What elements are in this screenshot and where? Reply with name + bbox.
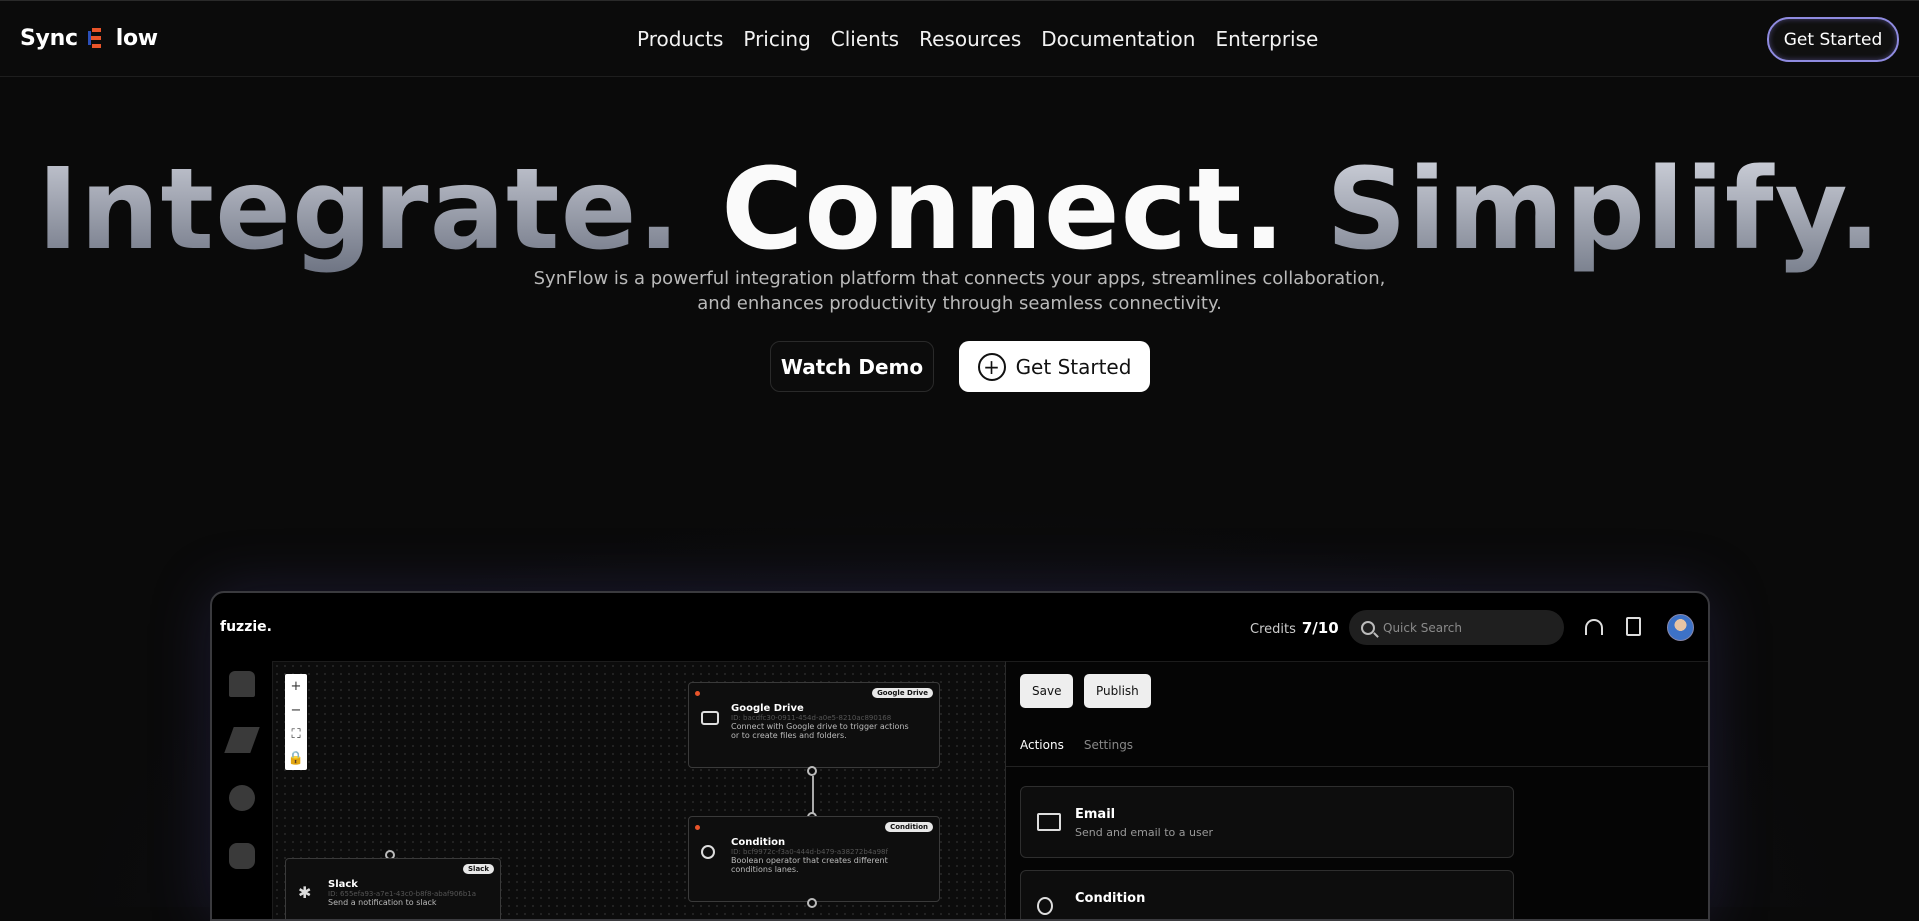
workflows-icon[interactable] (224, 727, 260, 753)
node-id: ID: bcf9972c-f3a0-444d-b479-a38272b4a98f (731, 848, 888, 856)
edge-connector (812, 776, 814, 814)
brand-logo[interactable]: Sync low (20, 25, 158, 51)
zoom-controls: + − ⛶ 🔒 (285, 674, 307, 770)
panel-tabs: Actions Settings (1020, 738, 1133, 752)
hero-subtitle-line1: SynFlow is a powerful integration platfo… (533, 268, 1386, 289)
workflow-canvas[interactable]: + − ⛶ 🔒 Google Drive Google Drive ID: ba… (272, 661, 1005, 919)
hero-subtitle-line2: and enhances productivity through seamle… (697, 293, 1222, 314)
credits-value: 7/10 (1301, 619, 1339, 637)
headline-simplify: Simplify. (1326, 145, 1882, 275)
node-tag: Google Drive (872, 688, 933, 698)
tabs-divider (1006, 766, 1708, 767)
node-desc-line1: Send a notification to slack (328, 898, 437, 907)
status-dot (695, 691, 700, 696)
credits-display: Credits 7/10 (1250, 619, 1339, 637)
nav-documentation[interactable]: Documentation (1041, 27, 1195, 51)
slack-icon: ✱ (298, 883, 312, 902)
zoom-out-button[interactable]: − (291, 703, 302, 718)
card-desc: Send and email to a user (1075, 826, 1213, 839)
node-desc-line2: conditions lanes. (731, 865, 799, 874)
fit-view-button[interactable]: ⛶ (291, 727, 300, 742)
node-tag: Condition (885, 822, 933, 832)
action-card-email[interactable]: Email Send and email to a user (1020, 786, 1514, 858)
publish-button[interactable]: Publish (1084, 674, 1151, 708)
status-dot (695, 825, 700, 830)
get-started-nav-button[interactable]: Get Started (1767, 17, 1899, 62)
mail-icon (1037, 813, 1061, 831)
search-icon (1361, 620, 1375, 635)
branch-icon (701, 845, 715, 859)
node-condition[interactable]: Condition Condition ID: bcf9972c-f3a0-44… (688, 816, 940, 902)
hero-subtitle: SynFlow is a powerful integration platfo… (0, 266, 1919, 316)
brand-name-right: low (115, 25, 158, 51)
user-avatar[interactable] (1667, 614, 1694, 641)
credits-label: Credits (1250, 622, 1296, 637)
nav-resources[interactable]: Resources (919, 27, 1021, 51)
get-started-hero-button[interactable]: + Get Started (959, 341, 1150, 392)
nav-pricing[interactable]: Pricing (743, 27, 810, 51)
nav-enterprise[interactable]: Enterprise (1215, 27, 1318, 51)
save-button[interactable]: Save (1020, 674, 1074, 708)
app-preview-window: fuzzie. Credits 7/10 Quick Search + − ⛶ 🔒… (210, 591, 1710, 921)
node-title: Slack (328, 879, 358, 890)
settings-gear-icon[interactable] (229, 785, 255, 811)
node-tag: Slack (463, 864, 494, 874)
node-title: Google Drive (731, 703, 804, 714)
node-desc-line1: Boolean operator that creates different (731, 856, 888, 865)
hero-headline: Integrate. Connect. Simplify. (0, 138, 1919, 284)
node-google-drive[interactable]: Google Drive Google Drive ID: bacdfc30-0… (688, 682, 940, 768)
get-started-label: Get Started (1015, 354, 1132, 379)
app-sidebar (212, 661, 272, 919)
home-icon[interactable] (229, 671, 255, 697)
app-header: fuzzie. Credits 7/10 Quick Search (212, 593, 1708, 661)
connections-icon[interactable] (229, 843, 255, 869)
book-icon[interactable] (1626, 617, 1641, 636)
zoom-in-button[interactable]: + (291, 679, 302, 694)
branch-icon (1037, 897, 1053, 915)
nav-products[interactable]: Products (637, 27, 723, 51)
drive-icon (701, 711, 719, 725)
main-nav: Products Pricing Clients Resources Docum… (637, 27, 1318, 51)
action-card-condition[interactable]: Condition (1020, 870, 1514, 919)
headphones-icon[interactable] (1585, 619, 1603, 635)
tab-actions[interactable]: Actions (1020, 738, 1064, 752)
node-id: ID: bacdfc30-0911-454d-a0e5-8210ac890168 (731, 714, 892, 722)
actions-panel: Save Publish Actions Settings Email Send… (1005, 661, 1708, 919)
card-title: Condition (1075, 891, 1146, 906)
node-title: Condition (731, 837, 786, 848)
nav-clients[interactable]: Clients (831, 27, 899, 51)
tab-settings[interactable]: Settings (1084, 738, 1133, 752)
headline-integrate: Integrate. (37, 145, 682, 275)
top-navbar: Sync low Products Pricing Clients Resour… (0, 0, 1919, 77)
flow-logo-icon (84, 25, 110, 51)
node-desc-line2: or to create files and folders. (731, 731, 847, 740)
quick-search-input[interactable]: Quick Search (1349, 610, 1564, 645)
search-placeholder: Quick Search (1383, 620, 1462, 635)
card-title: Email (1075, 807, 1116, 822)
watch-demo-button[interactable]: Watch Demo (770, 341, 934, 392)
headline-connect: Connect. (721, 145, 1287, 275)
brand-name-left: Sync (20, 25, 78, 51)
lock-button[interactable]: 🔒 (288, 751, 304, 766)
plus-circle-icon: + (977, 352, 1006, 381)
node-desc-line1: Connect with Google drive to trigger act… (731, 722, 909, 731)
app-logo: fuzzie. (220, 619, 272, 635)
node-handle[interactable] (807, 766, 817, 776)
node-slack[interactable]: Slack ✱ Slack ID: 655efa93-a7e1-43c0-b8f… (285, 858, 501, 919)
node-id: ID: 655efa93-a7e1-43c0-b8f8-abaf906b1a (328, 890, 477, 898)
